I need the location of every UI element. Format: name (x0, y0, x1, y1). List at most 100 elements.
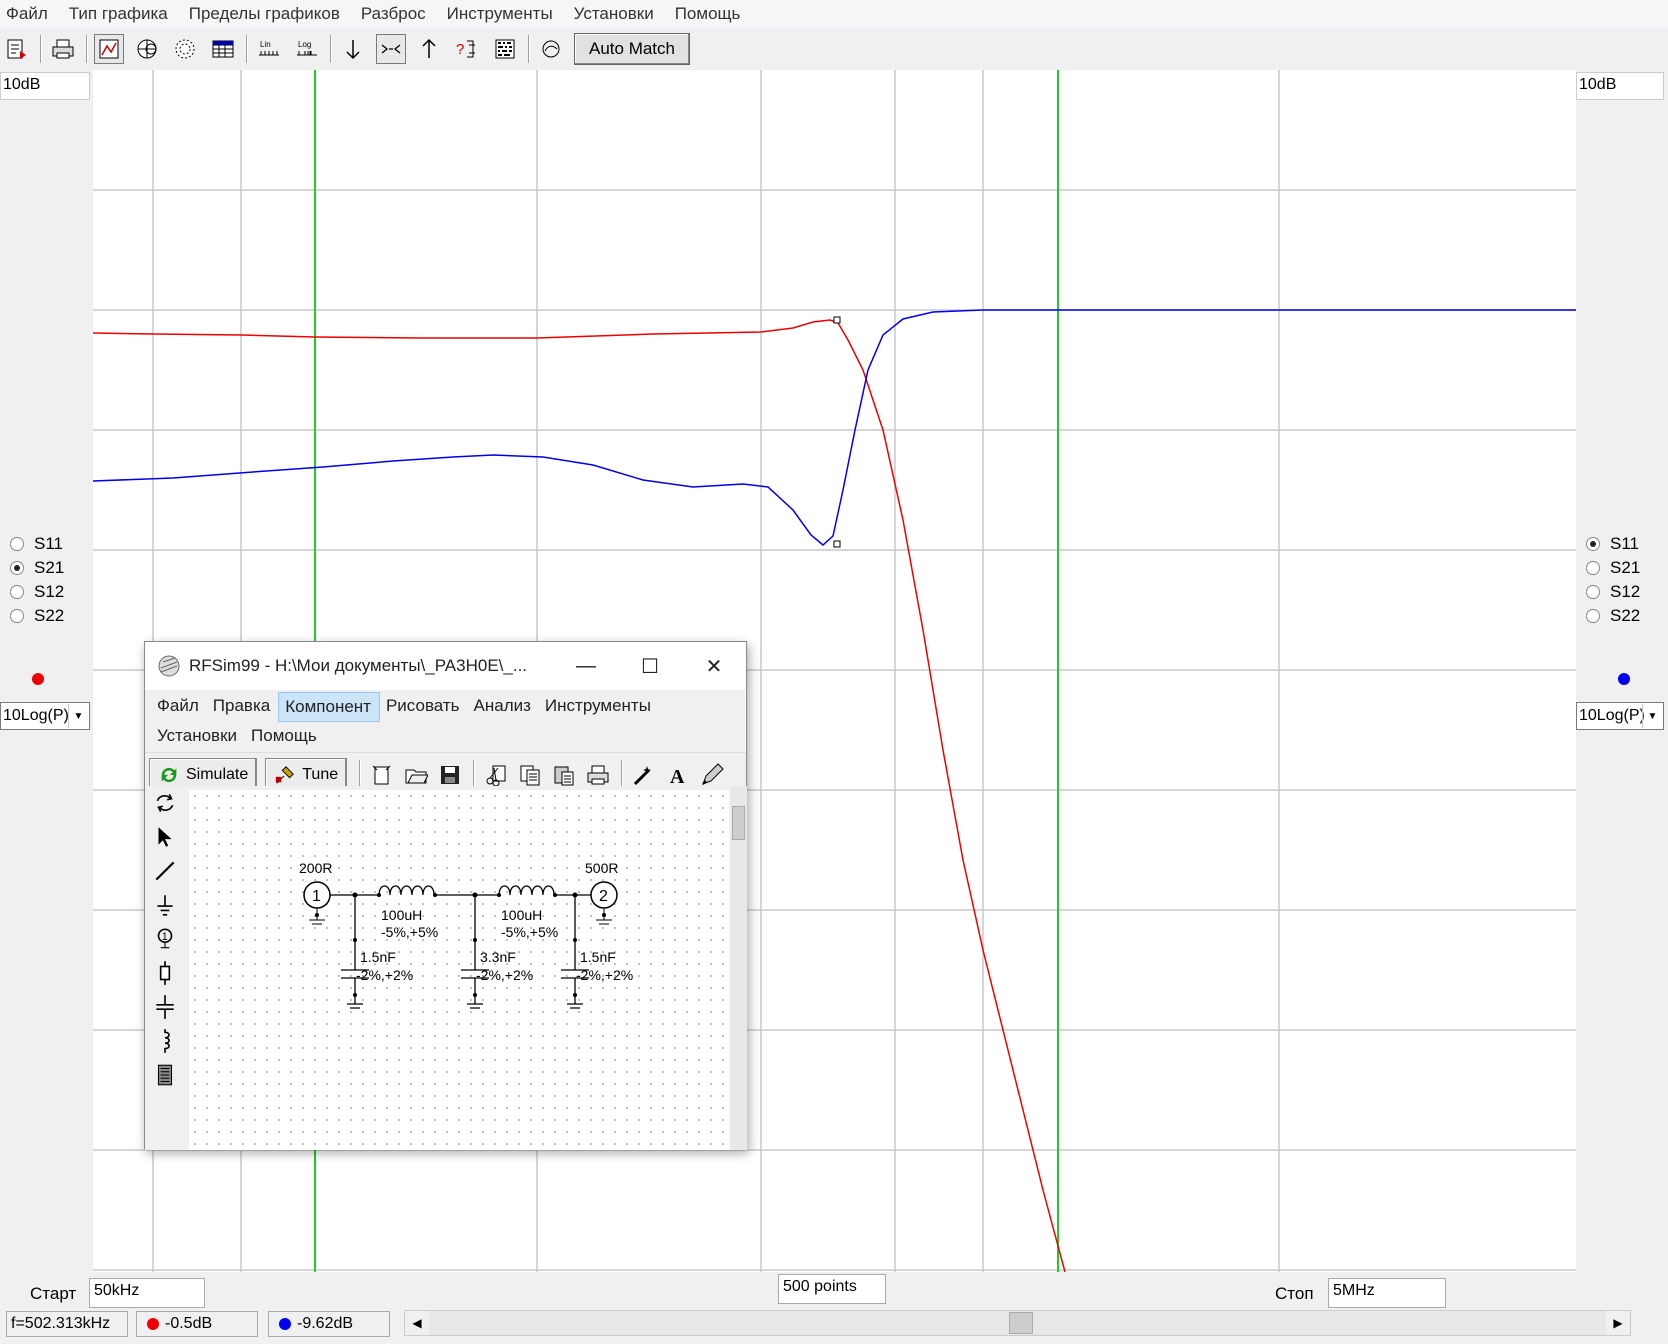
close-icon[interactable]: ✕ (682, 642, 746, 690)
resistor-icon[interactable] (149, 956, 181, 990)
frequency-readout-text: f=502.313kHz (11, 1315, 111, 1332)
wire-icon[interactable] (149, 854, 181, 888)
left-radio-s11[interactable]: S11 (10, 532, 64, 556)
copy-icon[interactable] (515, 760, 545, 790)
rfsim-menu-item[interactable]: Установки (151, 722, 245, 750)
print-icon[interactable] (583, 760, 613, 790)
menu-item[interactable]: Файл (6, 4, 48, 24)
print-icon[interactable] (48, 34, 78, 64)
schematic-area: 1 200R 1 500R 2 100uH -5%,+5% 100uH -5%,… (145, 786, 747, 1150)
smith-chart-icon[interactable] (132, 34, 162, 64)
wizard-icon[interactable] (629, 760, 659, 790)
paste-icon[interactable] (549, 760, 579, 790)
toolbar-separator (330, 35, 332, 63)
right-scale-field[interactable]: 10dB (1576, 72, 1664, 100)
rfsim-menu-item[interactable]: Компонент (278, 692, 380, 722)
arrow-down-icon[interactable] (338, 34, 368, 64)
right-mode-select[interactable]: 10Log(P) ▼ (1576, 702, 1664, 730)
radio-circle[interactable] (1586, 561, 1600, 575)
left-radio-s22[interactable]: S22 (10, 604, 64, 628)
stop-frequency-input[interactable]: 5MHz (1328, 1278, 1446, 1308)
rfsim-menu-item[interactable]: Помощь (245, 722, 325, 750)
lin-scale-icon[interactable]: Lin (254, 34, 284, 64)
right-radio-s21[interactable]: S21 (1586, 556, 1640, 580)
radio-circle[interactable] (10, 609, 24, 623)
port1-number: 1 (312, 888, 321, 905)
radio-circle[interactable] (1586, 609, 1600, 623)
left-radio-s12[interactable]: S12 (10, 580, 64, 604)
help-component-icon[interactable]: ? (452, 34, 482, 64)
rfsim-menu-item[interactable]: Файл (151, 692, 207, 722)
l2-value: 100uH (501, 907, 542, 923)
points-input[interactable]: 500 points (778, 1274, 886, 1304)
new-file-icon[interactable] (2, 34, 32, 64)
left-mode-value: 10Log(P) (3, 707, 69, 724)
frequency-readout: f=502.313kHz (6, 1311, 128, 1337)
select-pointer-icon[interactable] (149, 820, 181, 854)
save-icon[interactable] (435, 760, 465, 790)
cut-icon[interactable] (481, 760, 511, 790)
minimize-icon[interactable]: — (554, 642, 618, 690)
left-radio-s21[interactable]: S21 (10, 556, 64, 580)
menu-item[interactable]: Разброс (361, 4, 426, 24)
inductor-l2[interactable] (498, 885, 555, 896)
inductor-l1[interactable] (378, 885, 435, 896)
scrollbar-thumb[interactable] (1009, 1312, 1033, 1334)
right-radio-s22[interactable]: S22 (1586, 604, 1640, 628)
c2-tolerance: -2%,+2% (476, 967, 533, 983)
tune-icon (276, 765, 295, 784)
inductor-icon[interactable] (149, 1024, 181, 1058)
rfsim-menu-bar: Файл Правка Компонент Рисовать Анализ Инструм… (145, 690, 745, 752)
radio-label: S11 (34, 534, 63, 553)
rfsim-title: RFSim99 - H:\Мои документы\_PA3H0E\_... (189, 656, 528, 675)
rfsim-menu-item[interactable]: Рисовать (380, 692, 468, 722)
scrollbar-thumb[interactable] (732, 806, 745, 840)
radio-circle[interactable] (10, 585, 24, 599)
rfsim-menu-item[interactable]: Анализ (468, 692, 539, 722)
text-tool-icon[interactable]: A (663, 760, 693, 790)
log-scale-icon[interactable]: Log (292, 34, 322, 64)
monte-carlo-icon[interactable] (490, 34, 520, 64)
rfsim-menu-item[interactable]: Правка (207, 692, 278, 722)
rfsim-title-bar[interactable]: RFSim99 - H:\Мои документы\_PA3H0E\_... … (145, 642, 746, 690)
menu-item[interactable]: Установки (574, 4, 654, 24)
menu-item[interactable]: Помощь (675, 4, 741, 24)
radio-circle[interactable] (1586, 585, 1600, 599)
start-frequency-input[interactable]: 50kHz (89, 1278, 205, 1308)
radio-circle[interactable] (10, 537, 24, 551)
capacitor-icon[interactable] (149, 990, 181, 1024)
menu-item[interactable]: Инструменты (447, 4, 553, 24)
table-icon[interactable] (208, 34, 238, 64)
left-mode-select[interactable]: 10Log(P) ▼ (0, 702, 90, 730)
frequency-scrollbar[interactable]: ◀ ▶ (404, 1310, 1631, 1336)
radio-circle[interactable] (10, 561, 24, 575)
chevron-down-icon[interactable]: ▼ (68, 704, 88, 728)
scroll-left-icon[interactable]: ◀ (405, 1311, 429, 1335)
rfsim-menu-item[interactable]: Инструменты (539, 692, 659, 722)
maximize-icon[interactable]: ☐ (618, 642, 682, 690)
scroll-right-icon[interactable]: ▶ (1606, 1311, 1630, 1335)
polar-chart-icon[interactable] (170, 34, 200, 64)
schematic-canvas[interactable]: 200R 1 500R 2 100uH -5%,+5% 100uH -5%,+5… (189, 790, 729, 1150)
auto-match-icon[interactable] (536, 34, 566, 64)
radio-circle[interactable] (1586, 537, 1600, 551)
left-scale-field[interactable]: 10dB (0, 72, 90, 100)
menu-item[interactable]: Тип графика (69, 4, 168, 24)
transformer-icon[interactable] (149, 1058, 181, 1092)
rect-plot-icon[interactable] (94, 34, 124, 64)
pencil-icon[interactable] (697, 760, 727, 790)
open-folder-icon[interactable] (401, 760, 431, 790)
zoom-in-icon[interactable] (376, 34, 406, 64)
new-schematic-icon[interactable] (367, 760, 397, 790)
toolbar-separator (621, 759, 624, 790)
chevron-down-icon[interactable]: ▼ (1642, 704, 1662, 728)
ground-icon[interactable] (149, 888, 181, 922)
right-radio-s11[interactable]: S11 (1586, 532, 1640, 556)
menu-item[interactable]: Пределы графиков (189, 4, 340, 24)
schematic-vertical-scrollbar[interactable] (731, 786, 747, 1150)
rotate-icon[interactable] (149, 786, 181, 820)
arrow-up-icon[interactable] (414, 34, 444, 64)
port-icon[interactable]: 1 (149, 922, 181, 956)
auto-match-button[interactable]: Auto Match (574, 33, 690, 65)
right-radio-s12[interactable]: S12 (1586, 580, 1640, 604)
